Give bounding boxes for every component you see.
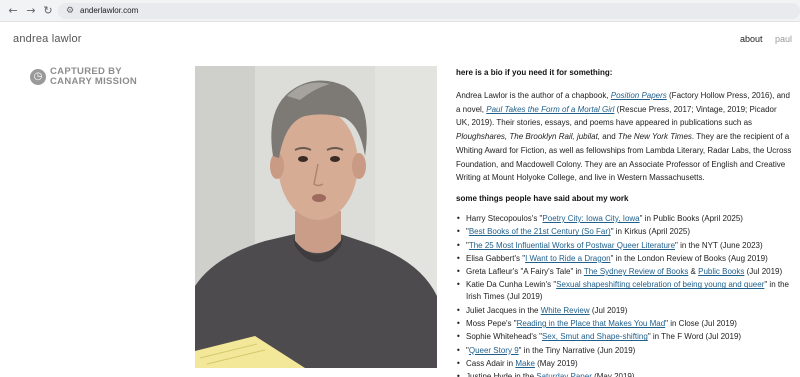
watermark-line-2: CANARY MISSION — [50, 76, 138, 87]
praise-item-text: (Jul 2019) — [744, 267, 783, 277]
site-info-icon[interactable]: ⚙ — [66, 5, 74, 17]
praise-item-text: Sophie Whitehead's " — [466, 332, 542, 342]
praise-item-link[interactable]: I Want to Ride a Dragon — [525, 254, 611, 263]
praise-list-item: Cass Adair in Make (May 2019) — [456, 358, 792, 370]
praise-item-link[interactable]: Saturday Paper — [536, 372, 592, 377]
praise-item-link[interactable]: Sexual shapeshifting celebration of bein… — [556, 280, 764, 289]
praise-item-link[interactable]: Sex, Smut and Shape-shifting — [542, 332, 648, 341]
praise-list: Harry Stecopoulos's "Poetry City: Iowa C… — [456, 213, 792, 377]
praise-item-link[interactable]: Make — [515, 359, 535, 368]
praise-item-link[interactable]: The 25 Most Influential Works of Postwar… — [469, 241, 675, 250]
praise-item-link[interactable]: White Review — [541, 306, 590, 315]
site-nav: about paul — [730, 34, 792, 44]
praise-list-item: "Queer Story 9" in the Tiny Narrative (J… — [456, 345, 792, 357]
praise-item-text: " in the NYT (June 2023) — [675, 240, 763, 250]
praise-list-item: Elisa Gabbert's "I Want to Ride a Dragon… — [456, 253, 792, 265]
browser-toolbar: ← → ↻ ⚙ anderlawlor.com — [0, 0, 800, 22]
praise-list-item: Juliet Jacques in the White Review (Jul … — [456, 305, 792, 317]
bio-heading: here is a bio if you need it for somethi… — [456, 68, 613, 77]
praise-item-text: " in Public Books (April 2025) — [639, 213, 743, 223]
praise-item-text: " in the Tiny Narrative (Jun 2019) — [518, 345, 636, 355]
site-title[interactable]: andrea lawlor — [13, 33, 82, 45]
bio-text-segment: Andrea Lawlor is the author of a chapboo… — [456, 91, 611, 100]
canary-mission-watermark: ◷ CAPTURED BY CANARY MISSION — [30, 67, 180, 89]
praise-item-link[interactable]: Reading in the Place that Makes You Mad — [517, 319, 666, 328]
author-portrait-illustration — [195, 66, 437, 368]
praise-list-item: "The 25 Most Influential Works of Postwa… — [456, 240, 792, 252]
praise-item-text: Harry Stecopoulos's " — [466, 213, 543, 223]
forward-icon[interactable]: → — [24, 4, 38, 18]
address-bar[interactable]: ⚙ anderlawlor.com — [58, 3, 800, 19]
praise-item-link[interactable]: Best Books of the 21st Century (So Far) — [469, 227, 611, 236]
bio-text-segment: and — [600, 132, 618, 142]
praise-item-text: Juliet Jacques in the — [466, 305, 541, 315]
praise-list-item: Sophie Whitehead's "Sex, Smut and Shape-… — [456, 331, 792, 343]
praise-item-text: Moss Pepe's " — [466, 319, 517, 328]
praise-item-text: (May 2019) — [534, 358, 578, 368]
praise-item-text: " in Kirkus (April 2025) — [610, 227, 690, 237]
praise-item-text: (May 2019) — [591, 372, 635, 377]
praise-item-link[interactable]: Public Books — [698, 267, 744, 276]
praise-heading: some things people have said about my wo… — [456, 193, 629, 203]
praise-list-item: "Best Books of the 21st Century (So Far)… — [456, 226, 792, 238]
canary-clock-icon: ◷ — [30, 69, 46, 85]
main-content: here is a bio if you need it for somethi… — [456, 66, 792, 377]
link-position-papers[interactable]: Position Papers — [611, 91, 667, 100]
praise-list-item: Greta Lafleur's "A Fairy's Tale" in The … — [456, 266, 792, 278]
author-photo — [195, 66, 437, 368]
praise-list-item: Moss Pepe's "Reading in the Place that M… — [456, 318, 792, 330]
url-text[interactable]: anderlawlor.com — [80, 5, 138, 17]
praise-item-link[interactable]: The Sydney Review of Books — [584, 267, 689, 276]
praise-item-text: & — [688, 267, 699, 277]
praise-item-text: " in Close (Jul 2019) — [665, 319, 737, 328]
praise-item-text: Katie Da Cunha Lewin's " — [466, 280, 557, 290]
praise-item-link[interactable]: Poetry City: Iowa City, Iowa — [542, 214, 639, 223]
back-icon[interactable]: ← — [6, 4, 20, 18]
praise-list-item: Justine Hyde in the Saturday Paper (May … — [456, 371, 792, 377]
praise-item-text: " in the London Review of Books (Aug 201… — [610, 253, 768, 263]
bio-publication-nyt: The New York Times — [617, 132, 692, 142]
praise-item-text: Elisa Gabbert's " — [466, 253, 526, 263]
praise-list-item: Katie Da Cunha Lewin's "Sexual shapeshif… — [456, 279, 792, 303]
bio-paragraph: Andrea Lawlor is the author of a chapboo… — [456, 89, 792, 185]
nav-link-about[interactable]: about — [740, 34, 763, 44]
bio-publications: Ploughshares, The Brooklyn Rail, jubilat… — [456, 132, 601, 142]
praise-item-text: Justine Hyde in the — [466, 372, 537, 377]
praise-item-text: (Jul 2019) — [589, 305, 628, 315]
praise-item-text: Cass Adair in — [466, 358, 516, 368]
nav-link-paul[interactable]: paul — [775, 34, 792, 44]
praise-list-item: Harry Stecopoulos's "Poetry City: Iowa C… — [456, 213, 792, 225]
praise-item-link[interactable]: Queer Story 9 — [469, 346, 519, 355]
praise-item-text: Greta Lafleur's "A Fairy's Tale" in — [466, 267, 584, 277]
link-paul-novel[interactable]: Paul Takes the Form of a Mortal Girl — [486, 105, 614, 114]
praise-item-text: " in The F Word (Jul 2019) — [647, 332, 742, 342]
reload-icon[interactable]: ↻ — [41, 4, 55, 18]
